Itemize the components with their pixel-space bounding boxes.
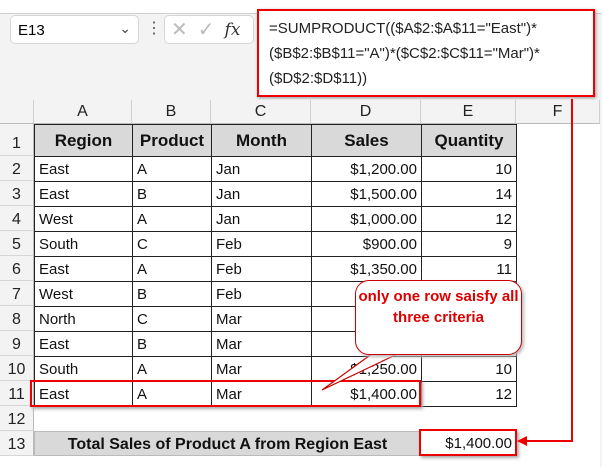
callout-bubble: only one row saisfy all three criteria: [355, 280, 522, 355]
arrow-head-icon: [517, 436, 527, 446]
connector-line: [522, 99, 573, 442]
annotation-arrows: [321, 99, 573, 446]
